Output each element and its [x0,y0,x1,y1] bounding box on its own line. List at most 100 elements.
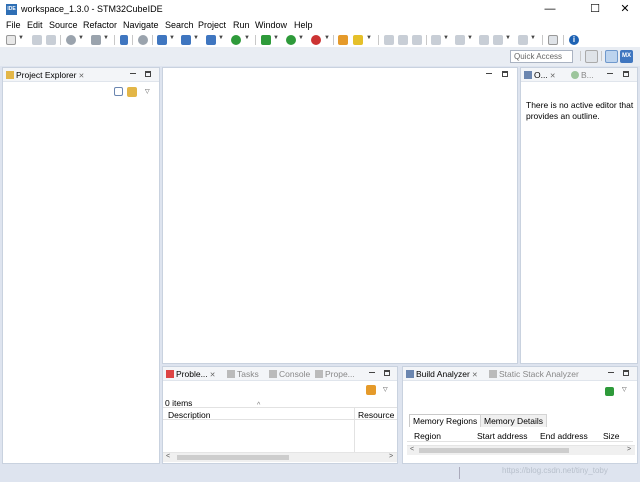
close-button[interactable]: ✕ [610,0,640,19]
chevron-down-icon[interactable]: ▼ [78,35,84,41]
view-menu-icon[interactable]: ▽ [145,88,150,95]
back-icon[interactable] [493,35,503,45]
quick-access-input[interactable]: Quick Access [510,50,573,63]
tab-build-targets[interactable]: B... [571,70,594,82]
scroll-right-icon[interactable]: > [627,446,631,453]
minimize-view-button[interactable] [369,369,375,378]
info-icon[interactable]: i [569,35,579,45]
chevron-down-icon[interactable]: ▼ [218,35,224,41]
chevron-down-icon[interactable]: ▼ [505,35,511,41]
tab-memory-details[interactable]: Memory Details [480,414,548,427]
open-perspective-icon[interactable] [585,50,598,63]
tab-properties[interactable]: Prope... [315,369,355,381]
debug-icon[interactable] [261,35,271,45]
tab-build-analyzer[interactable]: Build Analyzer ✕ [406,369,478,381]
chevron-down-icon[interactable]: ▼ [324,35,330,41]
column-resource[interactable]: Resource [358,410,394,420]
chevron-down-icon[interactable]: ▼ [467,35,473,41]
minimize-view-button[interactable] [608,369,614,378]
menu-window[interactable]: Window [255,20,287,30]
chevron-down-icon[interactable]: ▼ [103,35,109,41]
view-menu-icon[interactable]: ▽ [622,386,627,393]
menu-run[interactable]: Run [233,20,250,30]
last-edit-icon[interactable] [479,35,489,45]
cpp-perspective-icon[interactable] [605,50,618,63]
collapse-all-icon[interactable] [114,87,123,96]
tab-project-explorer[interactable]: Project Explorer ✕ [6,70,84,82]
tab-memory-regions[interactable]: Memory Regions [409,414,482,427]
chevron-down-icon[interactable]: ▼ [298,35,304,41]
toggle-mark-icon[interactable] [384,35,394,45]
mx-perspective-icon[interactable]: MX [620,50,633,63]
minimize-view-button[interactable] [486,70,492,79]
external-tools-icon[interactable] [138,35,148,45]
new-file-icon[interactable] [206,35,216,45]
menu-source[interactable]: Source [49,20,78,30]
maximize-view-button[interactable] [502,70,508,79]
new-project-icon[interactable] [157,35,167,45]
save-all-icon[interactable] [46,35,56,45]
tab-tasks[interactable]: Tasks [227,369,259,381]
column-description[interactable]: Description [168,410,211,420]
menu-refactor[interactable]: Refactor [83,20,117,30]
scrollbar-thumb[interactable] [177,455,289,460]
minimize-view-button[interactable] [130,70,136,79]
new-icon[interactable] [6,35,16,45]
maximize-button[interactable]: ☐ [580,0,610,19]
filter-icon[interactable] [366,385,376,395]
chevron-down-icon[interactable]: ▼ [273,35,279,41]
maximize-view-button[interactable] [623,70,629,79]
stop-icon[interactable] [311,35,321,45]
column-end-address[interactable]: End address [540,431,588,441]
menu-help[interactable]: Help [294,20,313,30]
run-icon[interactable] [286,35,296,45]
close-icon[interactable]: ✕ [78,73,84,80]
link-editor-icon[interactable] [127,87,137,97]
scrollbar-thumb[interactable] [419,448,569,453]
column-start-address[interactable]: Start address [477,431,528,441]
toggle-block-icon[interactable] [398,35,408,45]
refresh-icon[interactable] [231,35,241,45]
next-annotation-icon[interactable] [431,35,441,45]
menu-navigate[interactable]: Navigate [123,20,159,30]
save-icon[interactable] [32,35,42,45]
chevron-down-icon[interactable]: ▼ [530,35,536,41]
build-configs-icon[interactable] [66,35,76,45]
close-icon[interactable]: ✕ [550,73,556,80]
maximize-view-button[interactable] [145,70,151,79]
chevron-down-icon[interactable]: ▼ [18,35,24,41]
view-menu-icon[interactable]: ▽ [383,386,388,393]
search-icon[interactable] [353,35,363,45]
chevron-down-icon[interactable]: ▼ [244,35,250,41]
menu-search[interactable]: Search [165,20,194,30]
minimize-view-button[interactable] [607,70,613,79]
pin-icon[interactable] [548,35,558,45]
scroll-left-icon[interactable]: < [410,446,414,453]
chevron-down-icon[interactable]: ▼ [169,35,175,41]
chevron-down-icon[interactable]: ▼ [366,35,372,41]
chevron-down-icon[interactable]: ▼ [193,35,199,41]
horizontal-scrollbar[interactable]: < > [407,445,635,455]
menu-file[interactable]: File [6,20,21,30]
horizontal-scrollbar[interactable]: < > [163,452,397,462]
open-type-icon[interactable] [338,35,348,45]
maximize-view-button[interactable] [384,369,390,378]
menu-project[interactable]: Project [198,20,226,30]
column-size[interactable]: Size [603,431,620,441]
menu-edit[interactable]: Edit [27,20,43,30]
prev-annotation-icon[interactable] [455,35,465,45]
refresh-icon[interactable] [605,387,614,396]
forward-icon[interactable] [518,35,528,45]
tab-console[interactable]: Console [269,369,310,381]
column-region[interactable]: Region [414,431,441,441]
skip-breakpoints-icon[interactable] [120,35,128,45]
chevron-down-icon[interactable]: ▼ [443,35,449,41]
tab-static-stack-analyzer[interactable]: Static Stack Analyzer [489,369,579,381]
tab-problems[interactable]: Proble... ✕ [166,369,216,381]
maximize-view-button[interactable] [623,369,629,378]
build-icon[interactable] [91,35,101,45]
show-whitespace-icon[interactable] [412,35,422,45]
tab-outline[interactable]: O... ✕ [524,70,556,82]
close-icon[interactable]: ✕ [210,372,216,379]
close-icon[interactable]: ✕ [472,372,478,379]
